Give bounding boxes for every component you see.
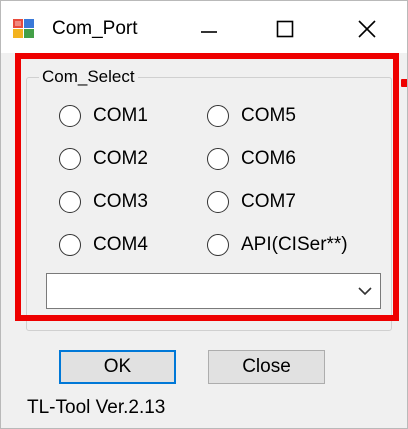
- maximize-button[interactable]: [262, 9, 308, 49]
- close-button[interactable]: Close: [208, 350, 325, 384]
- red-highlight-frame: [15, 53, 399, 321]
- minimize-button[interactable]: [186, 9, 232, 49]
- close-window-button[interactable]: [344, 9, 390, 49]
- window-title: Com_Port: [52, 18, 138, 39]
- ok-button[interactable]: OK: [59, 350, 176, 384]
- version-label: TL-Tool Ver.2.13: [27, 397, 166, 418]
- minimize-icon: [201, 31, 217, 33]
- app-icon: [13, 19, 35, 39]
- red-marker: [401, 79, 407, 87]
- close-icon: [358, 20, 376, 38]
- com-port-window: Com_Port Com_Select COM1 COM2 COM3 COM4 …: [0, 0, 408, 429]
- title-bar[interactable]: Com_Port: [1, 1, 407, 53]
- maximize-icon: [276, 20, 294, 38]
